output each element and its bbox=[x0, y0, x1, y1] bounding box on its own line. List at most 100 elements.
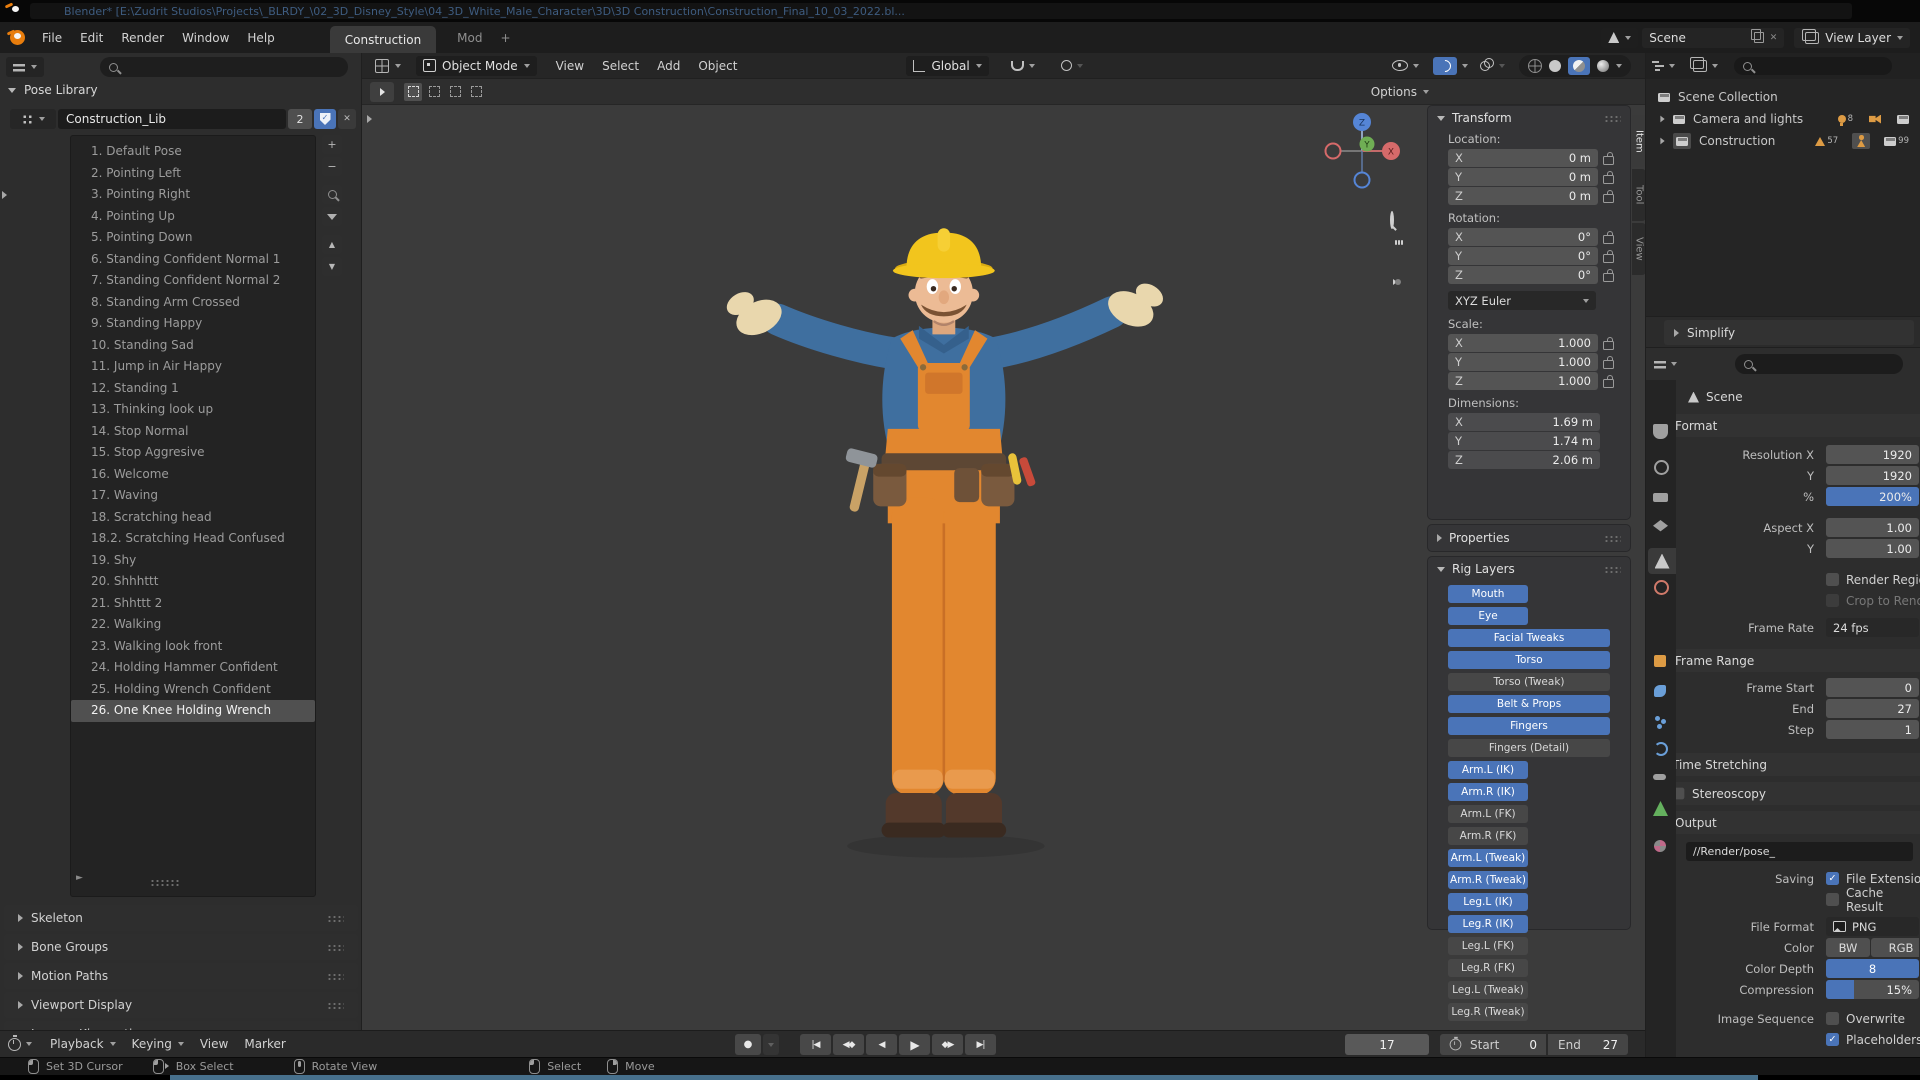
gizmo-toggle[interactable] bbox=[1433, 57, 1468, 75]
rotation-mode-dropdown[interactable]: XYZ Euler bbox=[1448, 291, 1596, 310]
menu-item[interactable]: Render bbox=[112, 31, 173, 45]
pose-list-item[interactable]: 9. Standing Happy bbox=[71, 313, 315, 335]
sidebar-tab-item[interactable]: Item bbox=[1632, 115, 1645, 167]
tab-object-icon[interactable] bbox=[1654, 655, 1666, 667]
pose-list-item[interactable]: 7. Standing Confident Normal 2 bbox=[71, 270, 315, 292]
lock-icon[interactable] bbox=[1603, 360, 1614, 369]
play-button[interactable]: ▶ bbox=[899, 1034, 930, 1055]
rig-layer-button[interactable]: Arm.L (FK) bbox=[1448, 805, 1528, 823]
frame-rate-dropdown[interactable]: 24 fps bbox=[1826, 618, 1919, 637]
display-mode-button[interactable] bbox=[1689, 60, 1718, 72]
move-pose-up-button[interactable]: ▲ bbox=[322, 235, 342, 254]
editor-type-button[interactable] bbox=[1652, 61, 1675, 71]
pose-list-item[interactable]: 20. Shhhttt bbox=[71, 571, 315, 593]
chevron-down-icon[interactable] bbox=[1029, 64, 1035, 68]
pose-list-item[interactable]: 12. Standing 1 bbox=[71, 378, 315, 400]
rig-layers-header[interactable]: Rig Layers bbox=[1428, 557, 1630, 581]
viewport-3d[interactable]: Object Mode ViewSelectAddObject Global bbox=[362, 53, 1645, 1030]
pose-lib-type-button[interactable] bbox=[10, 109, 56, 129]
pose-list-item[interactable]: 14. Stop Normal bbox=[71, 421, 315, 443]
rig-layer-button[interactable]: Arm.R (FK) bbox=[1448, 827, 1528, 845]
lock-icon[interactable] bbox=[1603, 175, 1614, 184]
fake-user-toggle[interactable]: ✓ bbox=[314, 109, 336, 129]
render-region-checkbox[interactable] bbox=[1826, 573, 1839, 586]
zoom-viewport-icon[interactable] bbox=[1390, 211, 1394, 229]
axis-value-field[interactable]: Z 2.06 m bbox=[1448, 451, 1600, 469]
outliner-search-input[interactable] bbox=[1734, 57, 1892, 75]
mode-dropdown[interactable]: Object Mode bbox=[416, 56, 537, 76]
axis-value-field[interactable]: Y 0 m bbox=[1448, 168, 1598, 186]
jump-to-start-button[interactable]: |◀ bbox=[800, 1034, 831, 1055]
overwrite-checkbox[interactable] bbox=[1826, 1012, 1839, 1025]
add-pose-button[interactable]: + bbox=[322, 135, 342, 154]
menu-item[interactable]: File bbox=[33, 31, 71, 45]
output-panel-header[interactable]: Output bbox=[1676, 811, 1920, 834]
jump-to-end-button[interactable]: ▶| bbox=[965, 1034, 996, 1055]
sidebar-tab-tool[interactable]: Tool bbox=[1632, 169, 1645, 221]
chevron-down-icon[interactable] bbox=[1077, 64, 1083, 68]
wireframe-shading-icon[interactable] bbox=[1528, 59, 1542, 73]
workspace-tab-mod[interactable]: Mod bbox=[448, 31, 491, 45]
tab-constraints-icon[interactable] bbox=[1653, 774, 1666, 780]
pose-list-item[interactable]: 1. Default Pose bbox=[71, 141, 315, 163]
remove-pose-button[interactable]: − bbox=[322, 157, 342, 176]
toolbar-expand-icon[interactable] bbox=[367, 115, 372, 123]
lock-icon[interactable] bbox=[1603, 194, 1614, 203]
chevron-down-icon[interactable] bbox=[1616, 64, 1622, 68]
cache-result-checkbox[interactable] bbox=[1826, 893, 1839, 906]
tab-object-data-icon[interactable] bbox=[1653, 801, 1668, 816]
lock-icon[interactable] bbox=[1603, 341, 1614, 350]
play-reverse-button[interactable]: ◀ bbox=[866, 1034, 897, 1055]
rig-layer-button[interactable]: Fingers (Detail) bbox=[1448, 739, 1610, 757]
keying-menu[interactable]: Keying bbox=[124, 1037, 192, 1051]
options-dropdown[interactable]: Options bbox=[1371, 85, 1429, 99]
rig-layer-button[interactable]: Torso bbox=[1448, 651, 1610, 669]
new-scene-icon[interactable] bbox=[1754, 32, 1764, 43]
pose-list-item[interactable]: 5. Pointing Down bbox=[71, 227, 315, 249]
aspect-y-field[interactable]: 1.00 bbox=[1826, 539, 1919, 558]
axis-value-field[interactable]: Z 1.000 bbox=[1448, 372, 1598, 390]
axis-value-field[interactable]: Y 1.000 bbox=[1448, 353, 1598, 371]
compression-slider[interactable]: 15% bbox=[1826, 980, 1919, 999]
tab-view-layer-icon[interactable] bbox=[1653, 520, 1668, 535]
lock-icon[interactable] bbox=[1603, 156, 1614, 165]
lock-icon[interactable] bbox=[1603, 254, 1614, 263]
frame-range-field[interactable]: 27 bbox=[1826, 699, 1919, 718]
marker-menu[interactable]: Marker bbox=[236, 1037, 293, 1051]
frame-range-field[interactable]: 0 bbox=[1826, 678, 1919, 697]
select-intersect-icon[interactable] bbox=[467, 83, 485, 101]
filter-poses-button[interactable] bbox=[322, 207, 342, 226]
orientation-dropdown[interactable]: Global bbox=[906, 56, 988, 76]
tab-world-icon[interactable] bbox=[1654, 580, 1669, 595]
axis-value-field[interactable]: Y 0° bbox=[1448, 247, 1598, 265]
transform-panel-header[interactable]: Transform bbox=[1428, 106, 1630, 130]
aspect-x-field[interactable]: 1.00 bbox=[1826, 518, 1919, 537]
collapsed-panel-header[interactable]: Viewport Display bbox=[4, 992, 358, 1018]
rig-layer-button[interactable]: Torso (Tweak) bbox=[1448, 673, 1610, 691]
pose-list-item[interactable]: 18. Scratching head bbox=[71, 507, 315, 529]
pose-list-item[interactable]: 19. Shy bbox=[71, 550, 315, 572]
overlays-toggle[interactable] bbox=[1480, 61, 1505, 71]
rig-layer-button[interactable]: Belt & Props bbox=[1448, 695, 1610, 713]
active-tool-button[interactable] bbox=[370, 82, 394, 102]
pose-list-item[interactable]: 23. Walking look front bbox=[71, 636, 315, 658]
tab-material-icon[interactable] bbox=[1654, 840, 1666, 852]
pose-list-item[interactable]: 4. Pointing Up bbox=[71, 206, 315, 228]
axis-value-field[interactable]: X 1.69 m bbox=[1448, 413, 1600, 431]
move-pose-down-button[interactable]: ▼ bbox=[322, 257, 342, 276]
editor-type-button[interactable] bbox=[8, 1038, 32, 1051]
prev-keyframe-button[interactable]: ◀◆ bbox=[833, 1034, 864, 1055]
rig-layer-button[interactable]: Leg.L (FK) bbox=[1448, 937, 1528, 955]
axis-value-field[interactable]: X 0 m bbox=[1448, 149, 1598, 167]
resolution-y-field[interactable]: 1920 bbox=[1826, 466, 1919, 485]
auto-keying-button[interactable]: ● bbox=[735, 1034, 761, 1055]
rig-layer-button[interactable]: Leg.R (Tweak) bbox=[1448, 1003, 1528, 1021]
pose-list-item[interactable]: 17. Waving bbox=[71, 485, 315, 507]
frame-range-field[interactable]: 1 bbox=[1826, 720, 1919, 739]
use-preview-range-icon[interactable] bbox=[1450, 1039, 1462, 1051]
collapsed-panel-header[interactable]: Bone Groups bbox=[4, 934, 358, 960]
pose-lib-name-field[interactable]: Construction_Lib bbox=[58, 109, 286, 129]
format-panel-header[interactable]: Format bbox=[1676, 414, 1920, 437]
pose-list-item[interactable]: 22. Walking bbox=[71, 614, 315, 636]
user-count-badge[interactable]: 2 bbox=[288, 109, 312, 129]
